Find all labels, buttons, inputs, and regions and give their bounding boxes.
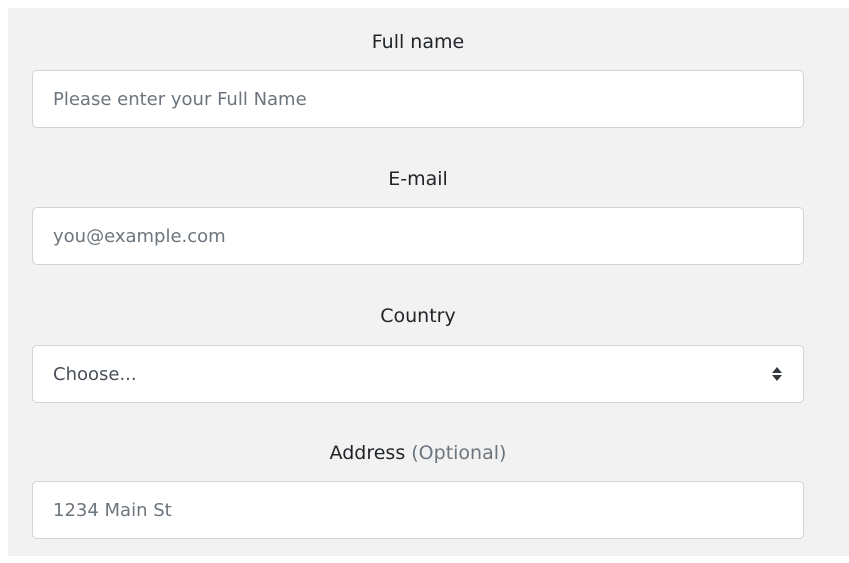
full-name-label: Full name: [371, 31, 465, 53]
country-label: Country: [380, 305, 456, 327]
email-label: E-mail: [388, 168, 448, 190]
address-input[interactable]: [32, 481, 804, 539]
country-select-value: Choose...: [53, 363, 137, 385]
full-name-input[interactable]: [32, 70, 804, 128]
email-input[interactable]: [32, 207, 804, 265]
checkout-form: Full name E-mail Country Choose... Addre…: [8, 8, 849, 556]
address-optional-note: (Optional): [411, 442, 507, 464]
address-label: Address (Optional): [32, 439, 804, 467]
sort-icon: [771, 366, 783, 382]
address-label-text: Address: [329, 442, 406, 464]
country-select[interactable]: Choose...: [32, 345, 804, 403]
